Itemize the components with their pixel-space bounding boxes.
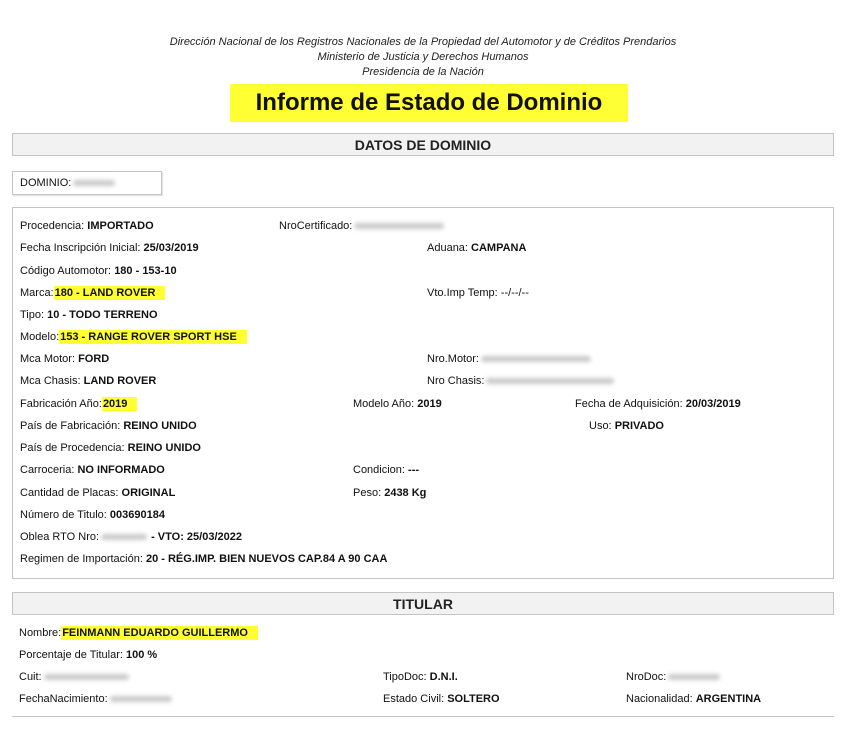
fecha-inscripcion-field: Fecha Inscripción Inicial: 25/03/2019 <box>20 242 199 254</box>
oblea-rto-field: Oblea RTO Nro: - VTO: 25/03/2022 <box>20 531 242 543</box>
nro-chasis-field: Nro Chasis: <box>427 374 615 388</box>
redacted-oblea <box>101 534 148 541</box>
carroceria-value: NO INFORMADO <box>77 464 165 476</box>
header-line-2: Ministerio de Justicia y Derechos Humano… <box>317 51 529 63</box>
pais-fabricacion-field: País de Fabricación: REINO UNIDO <box>20 420 197 432</box>
vehicle-details-panel: Procedencia: IMPORTADO NroCertificado: F… <box>12 207 834 579</box>
redacted-dominio <box>73 180 116 187</box>
fecha-inscripcion-value: 25/03/2019 <box>143 242 199 254</box>
aduana-value: CAMPANA <box>471 242 527 254</box>
dominio-box: DOMINIO: <box>12 171 162 195</box>
condicion-value: --- <box>408 464 420 476</box>
peso-value: 2438 Kg <box>384 487 427 499</box>
vto-imp-temp-field: Vto.Imp Temp: --/--/-- <box>427 287 529 299</box>
modelo-anio-value: 2019 <box>417 398 442 410</box>
mca-chasis-value: LAND ROVER <box>83 375 157 387</box>
carroceria-field: Carroceria: NO INFORMADO <box>20 464 165 476</box>
nombre-value: FEINMANN EDUARDO GUILLERMO <box>61 626 258 640</box>
codigo-automotor-value: 180 - 153-10 <box>114 265 177 277</box>
numero-titulo-field: Número de Titulo: 003690184 <box>20 509 165 521</box>
pais-fabricacion-value: REINO UNIDO <box>123 420 197 432</box>
report-title-text: Informe de Estado de Dominio <box>255 89 603 116</box>
marca-field: Marca:180 - LAND ROVER <box>20 286 166 300</box>
procedencia-value: IMPORTADO <box>87 220 154 232</box>
tipodoc-field: TipoDoc: D.N.I. <box>383 671 458 683</box>
section-titular: TITULAR <box>12 592 834 615</box>
nro-certificado-field: NroCertificado: <box>279 219 445 233</box>
regimen-importacion-field: Regimen de Importación: 20 - RÉG.IMP. BI… <box>20 553 388 565</box>
redacted-nro-chasis <box>486 378 615 385</box>
nrodoc-field: NroDoc: <box>626 670 721 684</box>
redacted-fecha-nacimiento <box>109 696 172 703</box>
mca-motor-value: FORD <box>78 353 110 365</box>
numero-titulo-value: 003690184 <box>109 509 165 521</box>
cantidad-placas-value: ORIGINAL <box>121 487 176 499</box>
tipo-field: Tipo: 10 - TODO TERRENO <box>20 309 158 321</box>
condicion-field: Condicion: --- <box>353 464 420 476</box>
vto-imp-temp-value: --/--/-- <box>500 287 529 299</box>
bottom-divider <box>12 716 834 717</box>
fecha-nacimiento-field: FechaNacimiento: <box>19 692 172 706</box>
marca-value: 180 - LAND ROVER <box>53 286 166 300</box>
nombre-field: Nombre:FEINMANN EDUARDO GUILLERMO <box>19 626 258 640</box>
mca-motor-field: Mca Motor: FORD <box>20 353 110 365</box>
header-line-3: Presidencia de la Nación <box>362 66 484 78</box>
dominio-field: DOMINIO: <box>20 176 116 190</box>
estado-civil-field: Estado Civil: SOLTERO <box>383 693 500 705</box>
aduana-field: Aduana: CAMPANA <box>427 242 527 254</box>
fecha-adquisicion-field: Fecha de Adquisición: 20/03/2019 <box>575 398 741 410</box>
nacionalidad-field: Nacionalidad: ARGENTINA <box>626 693 762 705</box>
cuit-field: Cuit: <box>19 670 129 684</box>
porcentaje-titular-value: 100 % <box>126 649 158 661</box>
porcentaje-titular-field: Porcentaje de Titular: 100 % <box>19 649 158 661</box>
pais-procedencia-value: REINO UNIDO <box>127 442 201 454</box>
modelo-field: Modelo:153 - RANGE ROVER SPORT HSE <box>20 330 247 344</box>
codigo-automotor-field: Código Automotor: 180 - 153-10 <box>20 265 177 277</box>
section-datos-dominio: DATOS DE DOMINIO <box>12 133 834 156</box>
dominio-label: DOMINIO: <box>20 177 72 189</box>
nro-motor-field: Nro.Motor: <box>427 352 591 366</box>
peso-field: Peso: 2438 Kg <box>353 487 427 499</box>
uso-field: Uso: PRIVADO <box>589 420 664 432</box>
oblea-vto-value: - VTO: 25/03/2022 <box>151 531 242 543</box>
report-title: Informe de Estado de Dominio <box>230 84 628 122</box>
redacted-cuit <box>43 674 129 681</box>
mca-chasis-field: Mca Chasis: LAND ROVER <box>20 375 157 387</box>
fabricacion-anio-field: Fabricación Año:2019 <box>20 397 138 411</box>
estado-civil-value: SOLTERO <box>447 693 500 705</box>
uso-value: PRIVADO <box>614 420 664 432</box>
cantidad-placas-field: Cantidad de Placas: ORIGINAL <box>20 487 176 499</box>
fecha-adquisicion-value: 20/03/2019 <box>685 398 741 410</box>
modelo-value: 153 - RANGE ROVER SPORT HSE <box>59 330 247 344</box>
procedencia-field: Procedencia: IMPORTADO <box>20 220 154 232</box>
tipo-value: 10 - TODO TERRENO <box>47 309 158 321</box>
modelo-anio-field: Modelo Año: 2019 <box>353 398 442 410</box>
fabricacion-anio-value: 2019 <box>101 397 138 411</box>
tipodoc-value: D.N.I. <box>429 671 458 683</box>
pais-procedencia-field: País de Procedencia: REINO UNIDO <box>20 442 201 454</box>
redacted-nro-motor <box>480 356 591 363</box>
redacted-nrodoc <box>668 674 721 681</box>
header-line-1: Dirección Nacional de los Registros Naci… <box>169 36 677 48</box>
nacionalidad-value: ARGENTINA <box>695 693 762 705</box>
regimen-importacion-value: 20 - RÉG.IMP. BIEN NUEVOS CAP.84 A 90 CA… <box>145 553 388 565</box>
redacted-certificado <box>354 223 445 230</box>
